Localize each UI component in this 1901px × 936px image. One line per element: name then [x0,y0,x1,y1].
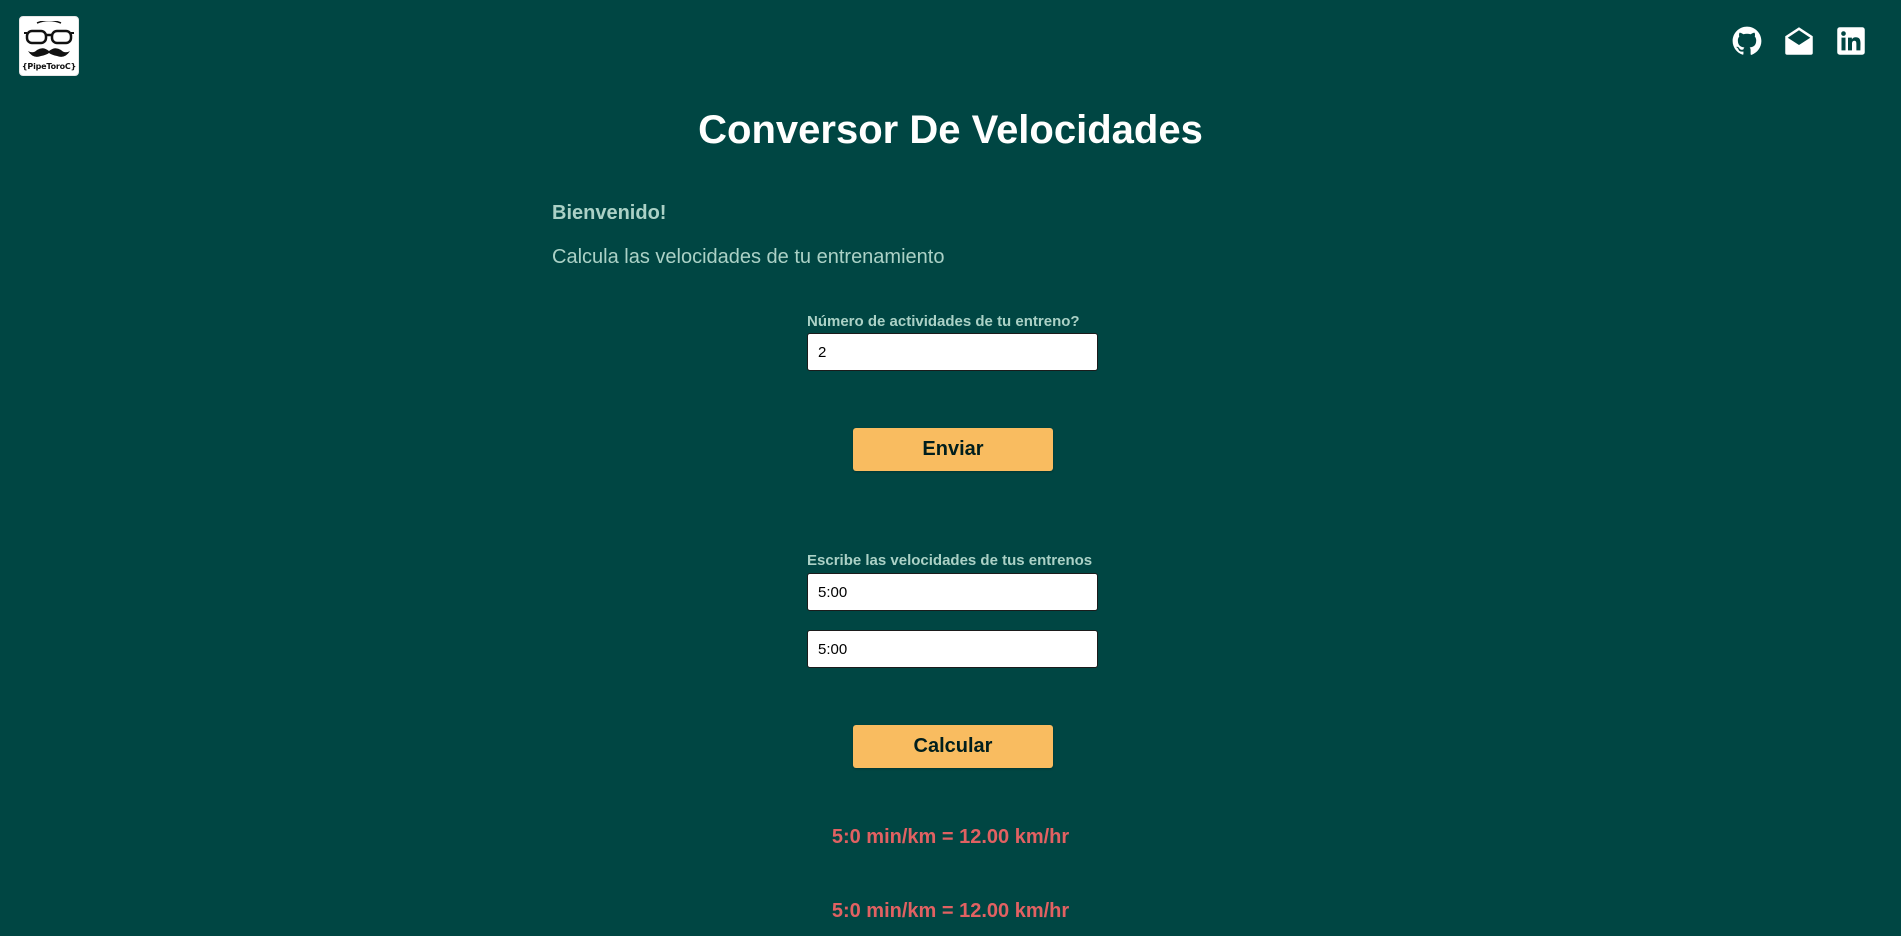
activities-count-input[interactable] [807,333,1098,371]
activities-label: Número de actividades de tu entreno? [807,313,1080,330]
speed-input-2[interactable] [807,630,1098,668]
calculate-button[interactable]: Calcular [853,725,1053,768]
brand-logo[interactable]: {PipeToroC} [19,16,79,76]
send-button[interactable]: Enviar [853,428,1053,471]
github-icon[interactable] [1732,26,1762,56]
speeds-label: Escribe las velocidades de tus entrenos [807,552,1093,569]
glasses-mustache-icon [24,21,74,57]
page-title: Conversor De Velocidades [698,108,1203,152]
speed-input-1[interactable] [807,573,1098,611]
intro-subtitle: Calcula las velocidades de tu entrenamie… [552,246,945,268]
envelope-open-icon[interactable] [1784,26,1814,56]
result-line-1: 5:0 min/km = 12.00 km/hr [831,826,1070,848]
welcome-text: Bienvenido! [552,202,667,224]
logo-text: {PipeToroC} [21,62,77,71]
result-line-2: 5:0 min/km = 12.00 km/hr [831,900,1070,922]
social-links [1732,26,1866,56]
linkedin-icon[interactable] [1836,26,1866,56]
